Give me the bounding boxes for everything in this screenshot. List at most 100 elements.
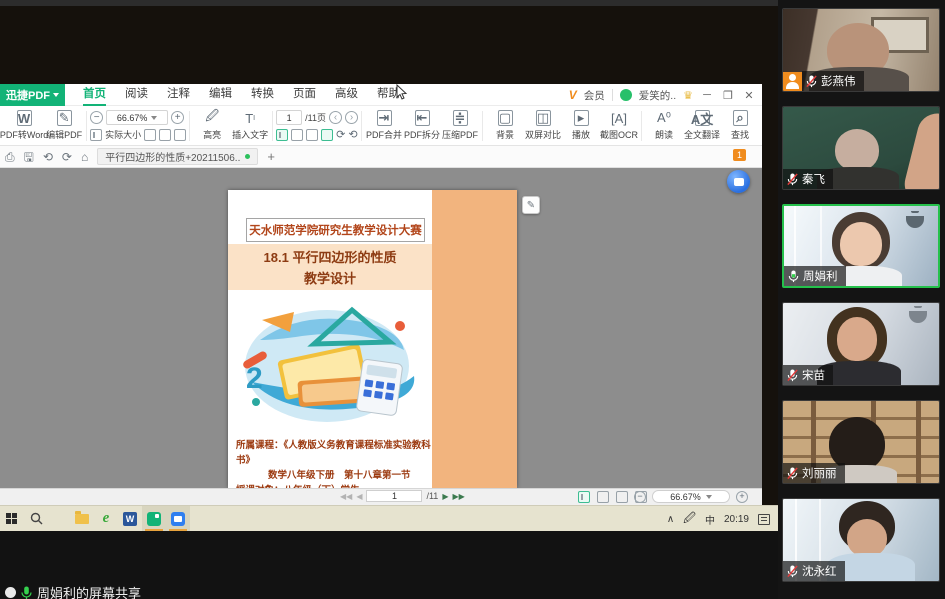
rotate-left-icon[interactable]: ⟲ — [348, 128, 357, 141]
continuous-view-icon[interactable] — [306, 129, 318, 141]
participant-tile[interactable]: 刘丽丽 — [782, 400, 940, 484]
toolbar-divider — [272, 111, 273, 141]
continuous-view-icon[interactable] — [616, 491, 628, 503]
participant-tile[interactable]: 沈永红 — [782, 498, 940, 582]
statusbar-page-input[interactable] — [366, 490, 422, 502]
quick-annotate-button[interactable]: ✎ — [522, 196, 540, 214]
pen-input-icon[interactable]: 🖉 — [683, 509, 696, 530]
find-button[interactable]: ⌕ 查找 — [721, 110, 759, 141]
browser-button[interactable]: e — [94, 506, 118, 531]
home-icon[interactable]: ⌂ — [81, 151, 88, 163]
zoom-in-button[interactable]: + — [736, 491, 748, 503]
save-icon[interactable]: 🖫 — [24, 151, 34, 163]
pdf-app-taskbar-button[interactable] — [142, 506, 166, 531]
mic-muted-icon — [787, 173, 798, 186]
participant-tile-active-speaker[interactable]: 周娟利 — [782, 204, 940, 288]
zoom-in-button[interactable]: + — [171, 111, 184, 124]
tab-advanced[interactable]: 高级 — [335, 84, 358, 106]
course-info-line: 所属课程：《人教版义务教育课程标准实验教科书》 — [236, 438, 436, 468]
zoom-out-button[interactable]: − — [90, 111, 103, 124]
insert-text-button[interactable]: TI 插入文字 — [231, 110, 269, 141]
tab-annotate[interactable]: 注释 — [167, 84, 190, 106]
share-banner-text: 周娟利的屏幕共享 — [37, 583, 141, 599]
participant-tile[interactable]: 秦飞 — [782, 106, 940, 190]
page-total-label: /11页 — [305, 111, 326, 124]
zoom-level-dropdown[interactable]: 66.67% — [106, 110, 168, 125]
course-info-line: 数学八年级下册 第十八章第一节 — [236, 468, 436, 483]
pdf-page[interactable]: 天水师范学院研究生教学设计大赛 18.1 平行四边形的性质 教学设计 — [228, 190, 517, 488]
clock[interactable]: 20:19 — [724, 514, 749, 525]
compare-label: 双屏对比 — [525, 128, 561, 141]
background-button[interactable]: ▢ 背景 — [486, 110, 524, 141]
translate-button[interactable]: A文 全文翻译 — [683, 110, 721, 141]
screenshot-ocr-label: 截图OCR — [600, 128, 638, 141]
redo-icon[interactable]: ⟳ — [62, 151, 72, 163]
tab-home[interactable]: 首页 — [83, 84, 106, 106]
edit-pdf-button[interactable]: ✎ 编辑PDF — [45, 110, 83, 141]
stamp-icon[interactable]: ⎙ — [5, 151, 15, 163]
windows-taskbar: e W ∧ 🖉 中 20:19 — [0, 505, 778, 531]
single-page-view-icon[interactable] — [276, 129, 288, 141]
prev-page-button[interactable]: ‹ — [329, 111, 342, 124]
single-page-view-icon[interactable] — [578, 491, 590, 503]
highlighter-icon: 🖉 — [205, 110, 219, 126]
tab-convert[interactable]: 转换 — [251, 84, 274, 106]
two-page-view-icon[interactable] — [291, 129, 303, 141]
last-page-button[interactable]: ▶▶ — [452, 492, 464, 501]
highlight-button[interactable]: 🖉 高亮 — [193, 110, 231, 141]
pdf-split-button[interactable]: ⇤ PDF拆分 — [403, 110, 441, 141]
fit-width-icon[interactable] — [90, 129, 102, 141]
word-button[interactable]: W — [118, 506, 142, 531]
system-tray: ∧ 🖉 中 20:19 — [667, 506, 770, 532]
fit-visible-icon[interactable] — [159, 129, 171, 141]
notification-badge[interactable]: 1 — [733, 149, 746, 161]
meeting-app-taskbar-button[interactable] — [166, 506, 190, 531]
member-link[interactable]: 会员 — [584, 88, 605, 103]
compress-pdf-button[interactable]: ≑ 压缩PDF — [441, 110, 479, 141]
minimize-button[interactable]: ─ — [700, 89, 714, 101]
participant-tile[interactable]: 彭燕伟 — [782, 8, 940, 92]
undo-icon[interactable]: ⟲ — [43, 151, 53, 163]
actual-size-button[interactable]: 实际大小 — [105, 128, 141, 141]
tab-read[interactable]: 阅读 — [125, 84, 148, 106]
read-aloud-button[interactable]: A⁰ 朗读 — [645, 110, 683, 141]
meeting-bottom-band: 周娟利的屏幕共享 — [0, 531, 778, 599]
close-button[interactable]: ✕ — [742, 89, 756, 102]
next-page-button[interactable]: ▶ — [442, 492, 448, 501]
text-mode-icon[interactable] — [174, 129, 186, 141]
pdf-to-word-button[interactable]: W PDF转Word — [3, 110, 45, 141]
rotate-right-icon[interactable]: ⟳ — [336, 128, 345, 141]
tab-page[interactable]: 页面 — [293, 84, 316, 106]
start-button[interactable] — [0, 506, 24, 531]
translate-icon: A文 — [695, 110, 710, 126]
document-tab[interactable]: 平行四边形的性质+20211506.. — [97, 148, 258, 165]
zoom-out-button[interactable]: − — [634, 491, 646, 503]
input-language-indicator[interactable]: 中 — [705, 512, 715, 527]
fit-view-icon[interactable] — [321, 129, 333, 141]
floating-assistant-button[interactable] — [727, 170, 750, 193]
fit-page-icon[interactable] — [144, 129, 156, 141]
play-button[interactable]: ▸ 播放 — [562, 110, 600, 141]
tab-edit[interactable]: 编辑 — [209, 84, 232, 106]
zoom-level-dropdown[interactable]: 66.67% — [652, 490, 730, 503]
file-explorer-button[interactable] — [70, 506, 94, 531]
app-logo[interactable]: 迅捷PDF — [0, 84, 65, 106]
tray-expand-button[interactable]: ∧ — [667, 514, 674, 525]
new-tab-button[interactable]: + — [267, 149, 275, 164]
prev-page-button[interactable]: ◀ — [356, 492, 362, 501]
taskbar-search-button[interactable] — [24, 506, 48, 531]
pdf-merge-button[interactable]: ⇥ PDF合并 — [365, 110, 403, 141]
vip-icon: V — [569, 88, 577, 102]
two-page-view-icon[interactable] — [597, 491, 609, 503]
screenshot-ocr-button[interactable]: [A] 截图OCR — [600, 110, 638, 141]
restore-button[interactable]: ❐ — [721, 89, 735, 102]
pdf-editor-window: 迅捷PDF 首页 阅读 注释 编辑 转换 页面 高级 帮助 V 会员 — [0, 84, 762, 505]
next-page-button[interactable]: › — [345, 111, 358, 124]
notification-center-icon[interactable] — [758, 514, 770, 525]
page-number-input[interactable] — [276, 110, 302, 125]
document-viewer[interactable]: 天水师范学院研究生教学设计大赛 18.1 平行四边形的性质 教学设计 — [0, 168, 762, 488]
user-name[interactable]: 爱笑的.. — [639, 88, 676, 103]
first-page-button[interactable]: ◀◀ — [340, 492, 352, 501]
participant-tile[interactable]: 宋苗 — [782, 302, 940, 386]
compare-button[interactable]: ◫ 双屏对比 — [524, 110, 562, 141]
